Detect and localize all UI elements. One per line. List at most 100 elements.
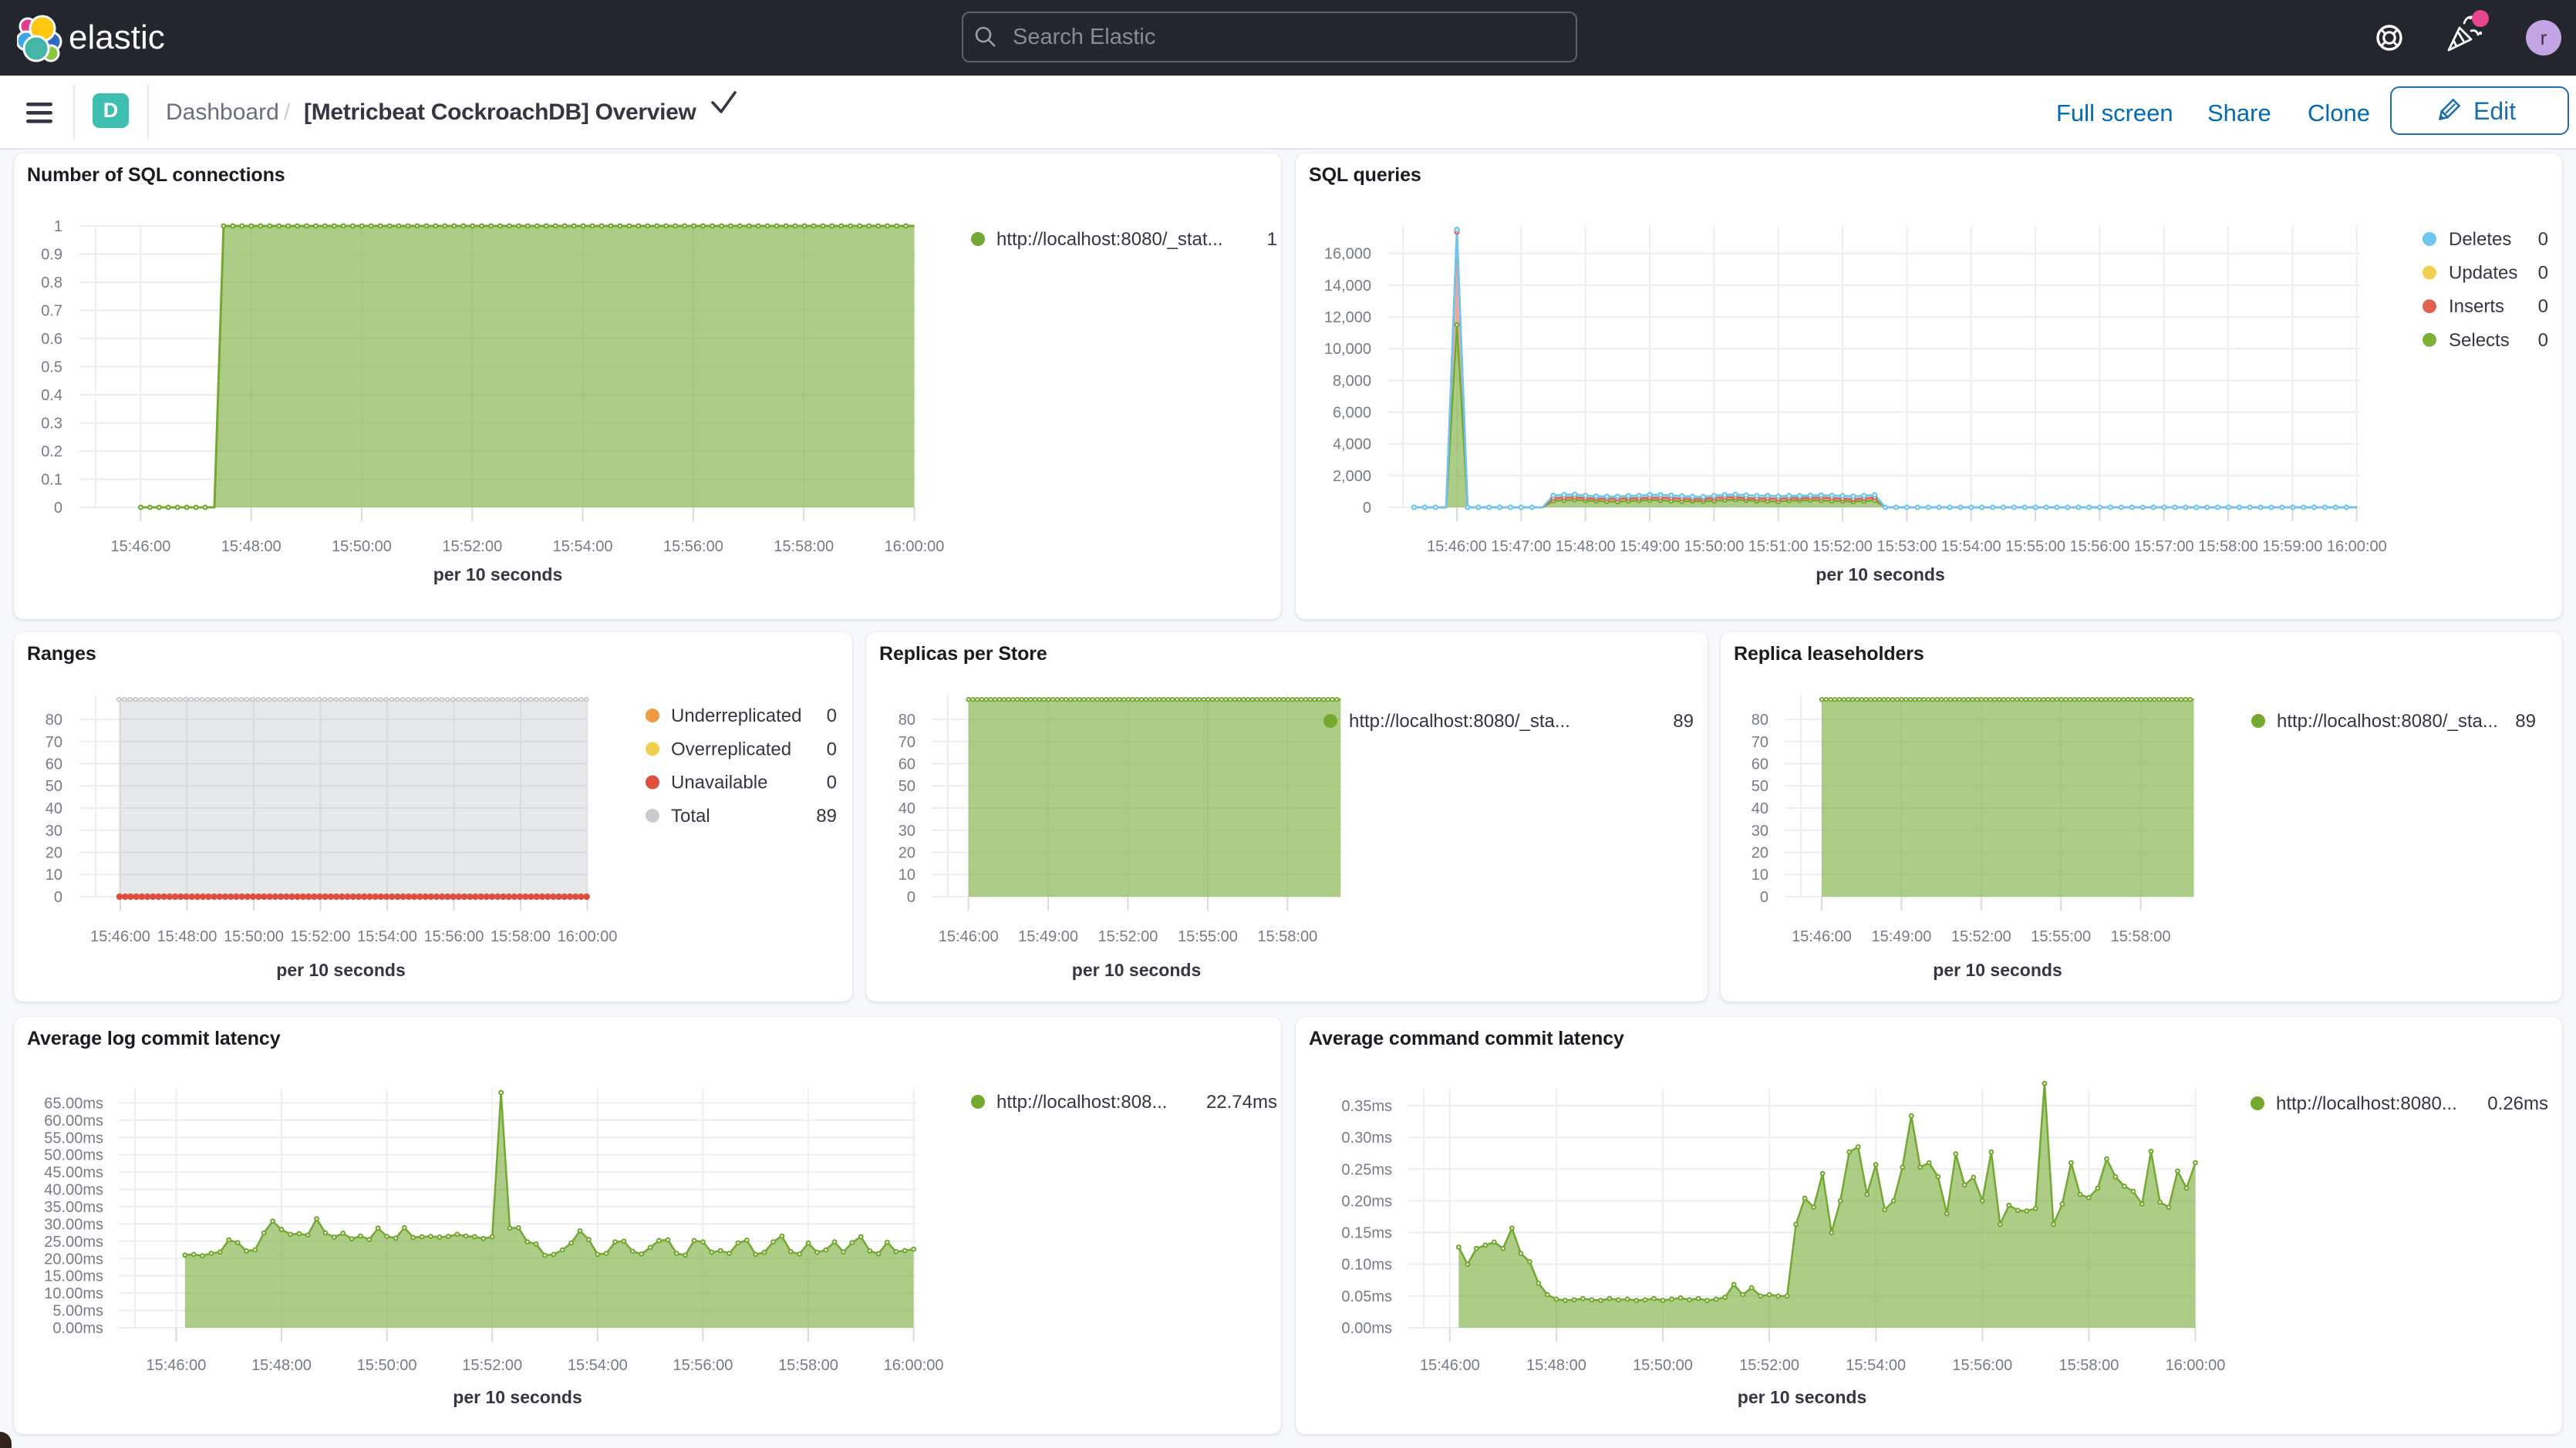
svg-text:15:46:00: 15:46:00 bbox=[1427, 538, 1487, 555]
svg-text:0: 0 bbox=[54, 500, 62, 517]
svg-text:15.00ms: 15.00ms bbox=[44, 1268, 103, 1285]
svg-text:http://localhost:8080/_sta...: http://localhost:8080/_sta... bbox=[2277, 711, 2498, 732]
svg-text:15:52:00: 15:52:00 bbox=[1739, 1357, 1799, 1374]
svg-text:0.1: 0.1 bbox=[41, 472, 62, 489]
svg-text:0.6: 0.6 bbox=[41, 331, 62, 348]
svg-text:15:48:00: 15:48:00 bbox=[1526, 1357, 1586, 1374]
svg-text:50.00ms: 50.00ms bbox=[44, 1147, 103, 1164]
svg-text:89: 89 bbox=[2515, 711, 2536, 732]
svg-text:0: 0 bbox=[2538, 229, 2548, 250]
svg-text:80: 80 bbox=[46, 712, 62, 729]
svg-text:15:48:00: 15:48:00 bbox=[251, 1357, 312, 1374]
svg-text:Underreplicated: Underreplicated bbox=[671, 705, 801, 726]
svg-text:per 10 seconds: per 10 seconds bbox=[276, 960, 405, 980]
svg-text:0: 0 bbox=[827, 705, 837, 726]
svg-text:16,000: 16,000 bbox=[1324, 246, 1371, 263]
svg-text:45.00ms: 45.00ms bbox=[44, 1164, 103, 1181]
svg-text:0: 0 bbox=[2538, 296, 2548, 317]
svg-text:0: 0 bbox=[827, 739, 837, 759]
svg-text:8,000: 8,000 bbox=[1333, 372, 1371, 389]
svg-text:15:47:00: 15:47:00 bbox=[1491, 538, 1551, 555]
svg-text:6,000: 6,000 bbox=[1333, 405, 1371, 422]
svg-text:15:50:00: 15:50:00 bbox=[357, 1357, 417, 1374]
svg-text:89: 89 bbox=[1673, 711, 1694, 732]
svg-text:50: 50 bbox=[1752, 778, 1768, 795]
svg-text:40: 40 bbox=[1752, 800, 1768, 817]
svg-text:40.00ms: 40.00ms bbox=[44, 1182, 103, 1199]
svg-text:15:56:00: 15:56:00 bbox=[424, 928, 484, 945]
svg-text:0.00ms: 0.00ms bbox=[1341, 1320, 1392, 1337]
svg-text:15:50:00: 15:50:00 bbox=[1684, 538, 1744, 555]
svg-text:16:00:00: 16:00:00 bbox=[885, 538, 945, 555]
svg-text:0: 0 bbox=[1760, 889, 1768, 906]
svg-text:15:49:00: 15:49:00 bbox=[1871, 928, 1931, 945]
svg-text:10,000: 10,000 bbox=[1324, 341, 1371, 358]
svg-text:15:52:00: 15:52:00 bbox=[1951, 928, 2011, 945]
svg-text:15:58:00: 15:58:00 bbox=[2111, 928, 2171, 945]
svg-text:15:46:00: 15:46:00 bbox=[110, 538, 170, 555]
svg-text:0.10ms: 0.10ms bbox=[1341, 1257, 1392, 1274]
svg-text:16:00:00: 16:00:00 bbox=[2327, 538, 2387, 555]
svg-text:15:58:00: 15:58:00 bbox=[774, 538, 834, 555]
svg-text:15:56:00: 15:56:00 bbox=[663, 538, 723, 555]
svg-text:50: 50 bbox=[899, 778, 915, 795]
svg-text:15:50:00: 15:50:00 bbox=[1633, 1357, 1693, 1374]
svg-text:15:58:00: 15:58:00 bbox=[1257, 928, 1317, 945]
svg-text:0.4: 0.4 bbox=[41, 387, 62, 404]
svg-text:15:48:00: 15:48:00 bbox=[221, 538, 282, 555]
svg-text:30: 30 bbox=[46, 823, 62, 840]
svg-text:30: 30 bbox=[1752, 823, 1768, 840]
svg-text:70: 70 bbox=[899, 734, 915, 751]
svg-text:15:46:00: 15:46:00 bbox=[1792, 928, 1852, 945]
svg-text:15:54:00: 15:54:00 bbox=[357, 928, 417, 945]
svg-text:10.00ms: 10.00ms bbox=[44, 1285, 103, 1302]
svg-text:Deletes: Deletes bbox=[2449, 229, 2511, 250]
svg-text:per 10 seconds: per 10 seconds bbox=[1933, 960, 2062, 980]
svg-text:Updates: Updates bbox=[2449, 263, 2517, 284]
svg-text:10: 10 bbox=[899, 867, 915, 884]
svg-text:per 10 seconds: per 10 seconds bbox=[1816, 564, 1944, 584]
svg-text:0: 0 bbox=[2538, 263, 2548, 284]
svg-text:20.00ms: 20.00ms bbox=[44, 1251, 103, 1268]
svg-text:16:00:00: 16:00:00 bbox=[558, 928, 618, 945]
svg-text:1: 1 bbox=[1267, 229, 1277, 250]
svg-text:15:46:00: 15:46:00 bbox=[146, 1357, 206, 1374]
svg-text:15:57:00: 15:57:00 bbox=[2134, 538, 2194, 555]
svg-text:15:58:00: 15:58:00 bbox=[2198, 538, 2258, 555]
svg-text:15:54:00: 15:54:00 bbox=[568, 1357, 628, 1374]
svg-text:0.26ms: 0.26ms bbox=[2487, 1093, 2548, 1114]
svg-text:0: 0 bbox=[1363, 500, 1371, 517]
svg-text:http://localhost:8080...: http://localhost:8080... bbox=[2276, 1093, 2457, 1114]
svg-text:15:54:00: 15:54:00 bbox=[1846, 1357, 1906, 1374]
svg-text:15:56:00: 15:56:00 bbox=[1952, 1357, 2012, 1374]
svg-text:15:56:00: 15:56:00 bbox=[673, 1357, 733, 1374]
svg-text:0: 0 bbox=[907, 889, 915, 906]
svg-text:http://localhost:8080/_sta...: http://localhost:8080/_sta... bbox=[1349, 711, 1570, 732]
svg-text:15:46:00: 15:46:00 bbox=[1420, 1357, 1480, 1374]
svg-text:70: 70 bbox=[1752, 734, 1768, 751]
svg-text:15:55:00: 15:55:00 bbox=[2005, 538, 2065, 555]
svg-text:15:46:00: 15:46:00 bbox=[90, 928, 150, 945]
svg-text:15:49:00: 15:49:00 bbox=[1620, 538, 1680, 555]
svg-text:89: 89 bbox=[816, 806, 837, 827]
svg-text:0.25ms: 0.25ms bbox=[1341, 1161, 1392, 1178]
svg-text:15:58:00: 15:58:00 bbox=[491, 928, 551, 945]
svg-text:80: 80 bbox=[1752, 712, 1768, 729]
svg-text:60: 60 bbox=[899, 756, 915, 773]
svg-text:per 10 seconds: per 10 seconds bbox=[453, 1387, 582, 1407]
svg-text:0.35ms: 0.35ms bbox=[1341, 1098, 1392, 1115]
svg-text:40: 40 bbox=[46, 800, 62, 817]
svg-text:0.5: 0.5 bbox=[41, 359, 62, 376]
svg-text:http://localhost:808...: http://localhost:808... bbox=[996, 1092, 1167, 1113]
svg-text:0.2: 0.2 bbox=[41, 443, 62, 460]
svg-text:http://localhost:8080/_stat...: http://localhost:8080/_stat... bbox=[996, 229, 1223, 250]
svg-text:30: 30 bbox=[899, 823, 915, 840]
svg-text:0.8: 0.8 bbox=[41, 274, 62, 291]
svg-text:14,000: 14,000 bbox=[1324, 278, 1371, 295]
svg-text:20: 20 bbox=[899, 845, 915, 862]
svg-text:0.05ms: 0.05ms bbox=[1341, 1288, 1392, 1305]
svg-text:55.00ms: 55.00ms bbox=[44, 1130, 103, 1147]
svg-text:15:52:00: 15:52:00 bbox=[462, 1357, 522, 1374]
svg-text:0: 0 bbox=[2538, 330, 2548, 351]
svg-text:15:54:00: 15:54:00 bbox=[1941, 538, 2001, 555]
